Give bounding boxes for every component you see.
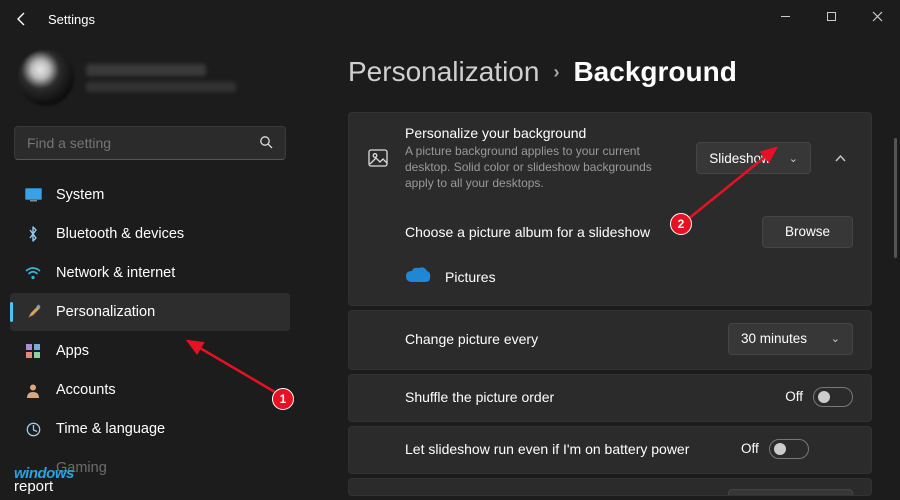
- close-button[interactable]: [854, 0, 900, 32]
- chevron-down-icon: ⌄: [789, 152, 798, 165]
- watermark: windows report: [14, 466, 74, 494]
- sidebar-item-system[interactable]: System: [10, 176, 290, 214]
- minimize-button[interactable]: [762, 0, 808, 32]
- toggle-state: Off: [741, 441, 759, 456]
- battery-row: Let slideshow run even if I'm on battery…: [348, 426, 872, 474]
- background-settings-card: Personalize your background A picture ba…: [348, 112, 872, 306]
- onedrive-icon: [405, 266, 431, 289]
- background-mode-dropdown[interactable]: Slideshow ⌄: [696, 142, 811, 174]
- sidebar-item-network[interactable]: Network & internet: [10, 254, 290, 292]
- interval-row: Change picture every 30 minutes ⌄: [348, 310, 872, 370]
- fit-row: Choose a fit for your desktop image Fill…: [348, 478, 872, 496]
- fit-dropdown[interactable]: Fill ⌄: [728, 489, 853, 496]
- window-title: Settings: [48, 12, 95, 27]
- row-title: Personalize your background: [405, 125, 680, 141]
- sidebar-item-label: Network & internet: [56, 265, 175, 281]
- dropdown-value: 30 minutes: [741, 331, 807, 346]
- chevron-right-icon: ›: [553, 62, 559, 83]
- clock-globe-icon: [24, 420, 42, 438]
- battery-toggle[interactable]: [769, 439, 809, 459]
- search-input[interactable]: [27, 135, 259, 151]
- scrollbar[interactable]: [894, 138, 897, 258]
- person-icon: [24, 381, 42, 399]
- maximize-button[interactable]: [808, 0, 854, 32]
- chevron-down-icon: ⌄: [831, 332, 840, 345]
- sidebar-item-label: Apps: [56, 343, 89, 359]
- user-email-redacted: [86, 82, 236, 92]
- display-icon: [24, 186, 42, 204]
- sidebar-item-label: Bluetooth & devices: [56, 226, 184, 242]
- shuffle-toggle[interactable]: [813, 387, 853, 407]
- album-folder-name[interactable]: Pictures: [445, 269, 496, 285]
- interval-dropdown[interactable]: 30 minutes ⌄: [728, 323, 853, 355]
- browse-button[interactable]: Browse: [762, 216, 853, 248]
- collapse-button[interactable]: [827, 152, 853, 165]
- back-button[interactable]: [8, 5, 36, 33]
- search-input-wrapper[interactable]: [14, 126, 286, 160]
- breadcrumb-parent[interactable]: Personalization: [348, 56, 539, 88]
- apps-icon: [24, 342, 42, 360]
- sidebar-item-label: Accounts: [56, 382, 116, 398]
- bluetooth-icon: [24, 225, 42, 243]
- album-label: Choose a picture album for a slideshow: [405, 224, 746, 240]
- avatar: [18, 50, 74, 106]
- sidebar-item-personalization[interactable]: Personalization: [10, 293, 290, 331]
- row-description: A picture background applies to your cur…: [405, 143, 680, 192]
- user-name-redacted: [86, 64, 206, 76]
- breadcrumb-current: Background: [573, 56, 736, 88]
- sidebar-item-apps[interactable]: Apps: [10, 332, 290, 370]
- picture-icon: [367, 149, 389, 167]
- sidebar-item-label: Personalization: [56, 304, 155, 320]
- sidebar-item-time-language[interactable]: Time & language: [10, 410, 290, 448]
- sidebar-item-label: Time & language: [56, 421, 165, 437]
- battery-label: Let slideshow run even if I'm on battery…: [405, 441, 725, 457]
- interval-label: Change picture every: [405, 331, 712, 347]
- breadcrumb: Personalization › Background: [348, 56, 872, 88]
- sidebar-item-label: System: [56, 187, 104, 203]
- dropdown-value: Slideshow: [709, 151, 771, 166]
- shuffle-label: Shuffle the picture order: [405, 389, 769, 405]
- sidebar-item-bluetooth[interactable]: Bluetooth & devices: [10, 215, 290, 253]
- sidebar-item-accounts[interactable]: Accounts: [10, 371, 290, 409]
- toggle-state: Off: [785, 389, 803, 404]
- wifi-icon: [24, 264, 42, 282]
- paintbrush-icon: [24, 303, 42, 321]
- shuffle-row: Shuffle the picture order Off: [348, 374, 872, 422]
- search-icon: [259, 135, 273, 152]
- user-profile[interactable]: [10, 46, 290, 120]
